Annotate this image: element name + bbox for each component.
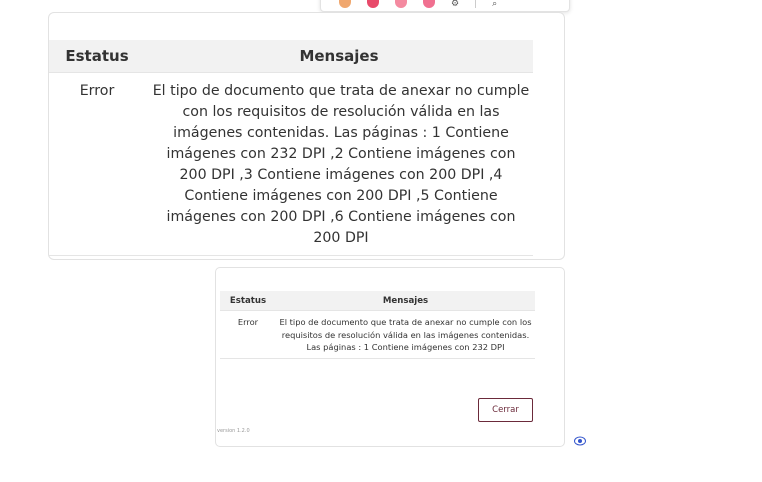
color-dot-3[interactable] <box>395 0 407 8</box>
messages-table: Estatus Mensajes Error El tipo de docume… <box>220 291 535 359</box>
color-dot-2[interactable] <box>367 0 379 8</box>
message-cell: El tipo de documento que trata de anexar… <box>276 310 535 359</box>
messages-column-header: Mensajes <box>145 40 533 73</box>
color-dot-4[interactable] <box>423 0 435 8</box>
messages-column-header: Mensajes <box>276 291 535 311</box>
table-header-row: Estatus Mensajes <box>220 291 535 311</box>
eye-icon[interactable] <box>574 436 586 446</box>
status-column-header: Estatus <box>220 291 276 311</box>
table-row: Error El tipo de documento que trata de … <box>220 310 535 359</box>
settings-icon[interactable]: ⚙ <box>451 0 459 9</box>
status-column-header: Estatus <box>49 40 145 73</box>
validation-dialog-small: Estatus Mensajes Error El tipo de docume… <box>215 267 565 447</box>
table-header-row: Estatus Mensajes <box>49 40 533 73</box>
floating-toolbar: ⚙ ⌕ <box>320 0 570 12</box>
search-icon[interactable]: ⌕ <box>492 0 497 9</box>
color-dot-1[interactable] <box>339 0 351 8</box>
messages-table: Estatus Mensajes Error El tipo de docume… <box>49 40 533 256</box>
toolbar-divider <box>475 0 477 8</box>
status-cell: Error <box>220 310 276 359</box>
validation-dialog-large: Estatus Mensajes Error El tipo de docume… <box>48 12 565 260</box>
table-row: Error El tipo de documento que trata de … <box>49 72 533 256</box>
version-label: version 1.2.0 <box>217 428 250 434</box>
close-button[interactable]: Cerrar <box>478 398 533 422</box>
message-cell: El tipo de documento que trata de anexar… <box>145 72 533 256</box>
status-cell: Error <box>49 72 145 256</box>
